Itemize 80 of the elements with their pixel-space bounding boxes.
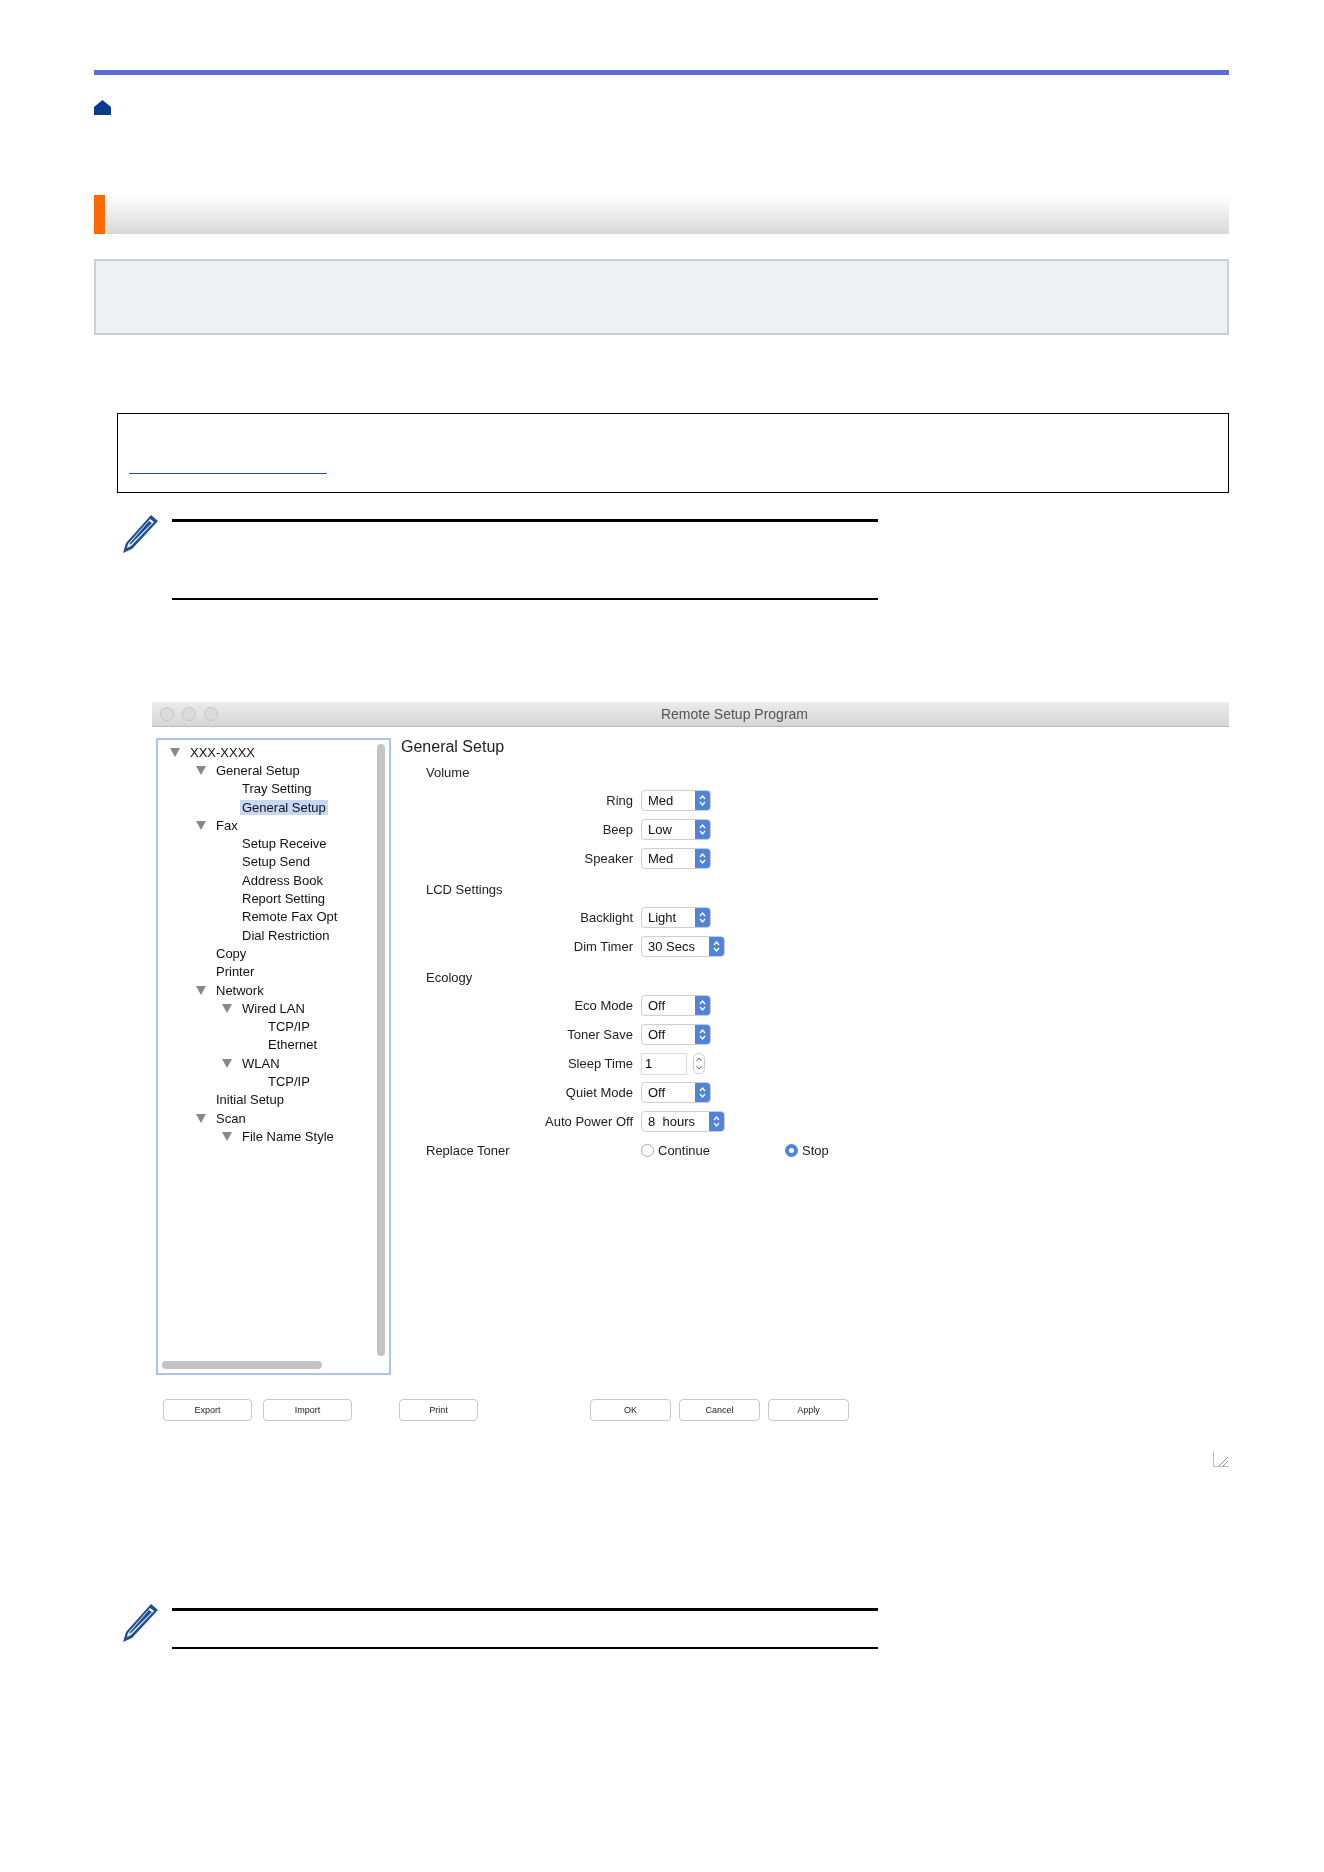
tree-item[interactable]: Tray Setting <box>240 781 314 797</box>
dialog-button[interactable]: Import <box>263 1399 352 1421</box>
tree-item[interactable]: Remote Fax Opt <box>240 909 340 925</box>
field-label: Quiet Mode <box>564 1085 634 1100</box>
tree-item[interactable]: Setup Send <box>240 854 312 870</box>
stepper-arrows-icon <box>695 1025 710 1044</box>
number-field[interactable]: 1 <box>641 1052 687 1075</box>
field-label: Ring <box>605 793 634 808</box>
stepper-arrows-icon <box>695 820 710 839</box>
stepper-arrows-icon <box>695 849 710 868</box>
window-title: Remote Setup Program <box>660 706 808 722</box>
tree-item[interactable]: XXX-XXXX <box>188 744 258 760</box>
tree-item[interactable]: Printer <box>214 964 257 980</box>
tree-item[interactable]: TCP/IP <box>266 1019 312 1035</box>
dialog-button[interactable]: Export <box>163 1399 252 1421</box>
home-icon[interactable] <box>94 100 111 115</box>
disclosure-triangle-icon[interactable] <box>222 1003 232 1013</box>
dropdown[interactable]: Med <box>641 848 711 869</box>
panel-title: General Setup <box>401 738 506 756</box>
field-label: Toner Save <box>566 1027 634 1042</box>
tree-item[interactable]: Report Setting <box>240 891 328 906</box>
field-label: Replace Toner <box>425 1143 511 1158</box>
tree-item[interactable]: WLAN <box>240 1055 282 1071</box>
dropdown[interactable]: Off <box>641 1024 711 1045</box>
section-heading: LCD Settings <box>426 882 504 897</box>
field-label: Backlight <box>579 910 634 925</box>
tree-item[interactable]: Fax <box>214 817 240 833</box>
tree-item[interactable]: File Name Style <box>240 1128 336 1144</box>
dropdown[interactable]: Light <box>641 907 711 928</box>
tree-item[interactable]: TCP/IP <box>266 1074 312 1089</box>
disclosure-triangle-icon[interactable] <box>170 747 180 757</box>
stepper-arrows-icon <box>709 937 724 956</box>
pencil-icon <box>122 513 160 555</box>
stepper-arrows-icon <box>695 908 710 927</box>
field-label: Dim Timer <box>572 939 634 954</box>
tree-item[interactable]: Scan <box>214 1110 248 1126</box>
field-label: Speaker <box>583 851 634 866</box>
radio-option[interactable]: Continue <box>641 1143 785 1158</box>
dropdown[interactable]: 8 hours <box>641 1111 725 1132</box>
horizontal-scrollbar[interactable] <box>162 1361 322 1369</box>
tree-item[interactable]: General Setup <box>240 799 328 815</box>
dropdown[interactable]: 30 Secs <box>641 936 725 957</box>
section-heading: Ecology <box>426 970 474 985</box>
dialog-button[interactable]: Apply <box>768 1399 849 1421</box>
dialog-button[interactable]: Print <box>399 1399 478 1421</box>
tree-item[interactable]: Dial Restriction <box>240 927 332 943</box>
tree-item[interactable]: Setup Receive <box>240 836 329 852</box>
disclosure-triangle-icon[interactable] <box>196 820 206 830</box>
tree-item[interactable]: Address Book <box>240 872 325 888</box>
resize-grip-icon[interactable] <box>1213 1451 1229 1467</box>
stepper-arrows-icon <box>695 1083 710 1102</box>
field-label: Auto Power Off <box>544 1114 634 1129</box>
tree-item[interactable]: Ethernet <box>266 1037 320 1053</box>
disclosure-triangle-icon[interactable] <box>196 1113 206 1123</box>
tree-item[interactable]: Initial Setup <box>214 1092 286 1108</box>
field-label: Sleep Time <box>566 1056 634 1071</box>
disclosure-triangle-icon[interactable] <box>196 765 206 775</box>
dropdown[interactable]: Low <box>641 819 711 840</box>
tree-item[interactable]: Network <box>214 982 266 998</box>
disclosure-triangle-icon[interactable] <box>222 1058 232 1068</box>
field-label: Beep <box>601 822 634 837</box>
radio-option[interactable]: Stop <box>785 1143 929 1158</box>
stepper-arrows-icon <box>695 791 710 810</box>
tree-item[interactable]: Copy <box>214 945 249 961</box>
field-label: Eco Mode <box>573 998 634 1013</box>
pencil-icon <box>122 1602 160 1644</box>
dropdown[interactable]: Off <box>641 995 711 1016</box>
dialog-button[interactable]: Cancel <box>679 1399 760 1421</box>
vertical-scrollbar[interactable] <box>377 744 385 1356</box>
section-heading: Volume <box>426 765 471 780</box>
stepper-icon[interactable] <box>693 1053 705 1074</box>
dropdown[interactable]: Off <box>641 1082 711 1103</box>
tree-item[interactable]: Wired LAN <box>240 1000 307 1016</box>
stepper-arrows-icon <box>709 1112 724 1131</box>
stepper-arrows-icon <box>695 996 710 1015</box>
tree-item[interactable]: General Setup <box>214 762 302 778</box>
disclosure-triangle-icon[interactable] <box>222 1131 232 1141</box>
disclosure-triangle-icon[interactable] <box>196 985 206 995</box>
dialog-button[interactable]: OK <box>590 1399 671 1421</box>
dropdown[interactable]: Med <box>641 790 711 811</box>
